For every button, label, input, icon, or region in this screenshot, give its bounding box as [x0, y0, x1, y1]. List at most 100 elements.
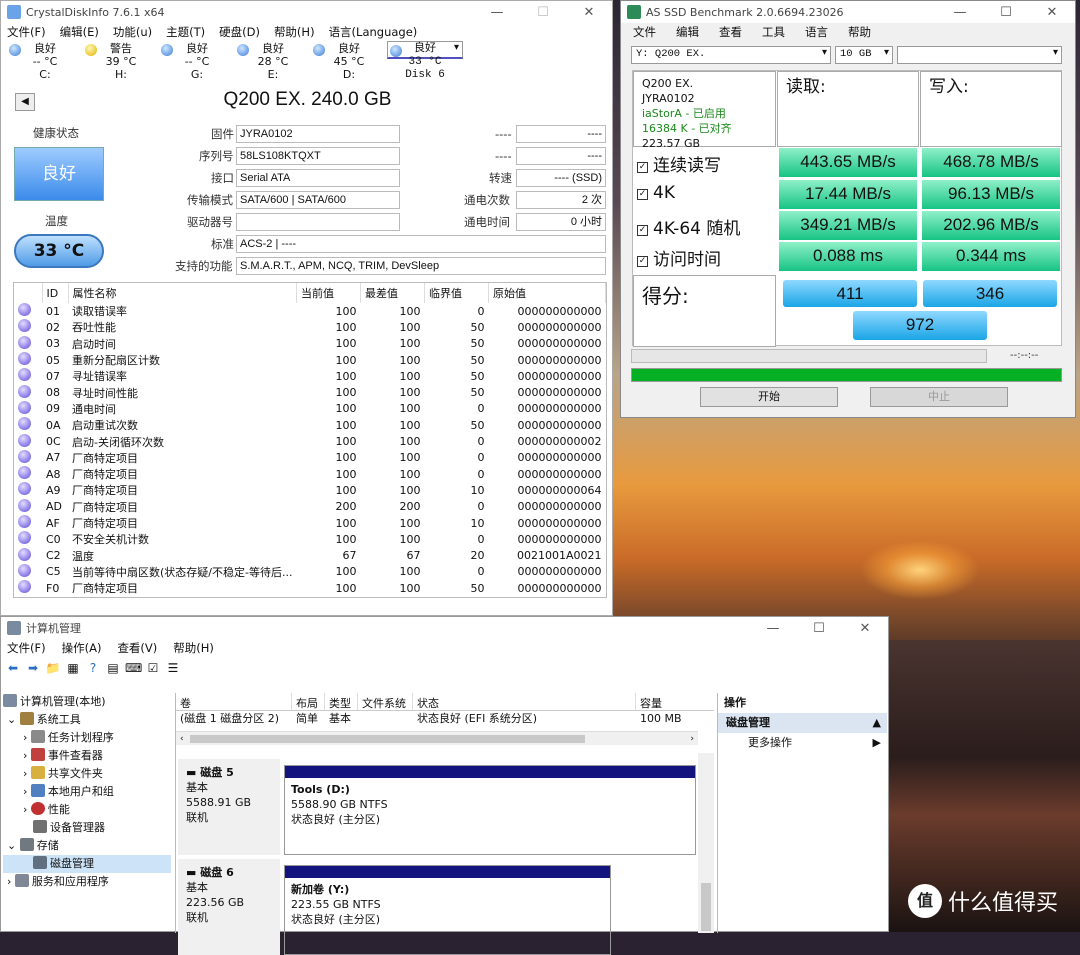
disk-5[interactable]: ▬ 磁盘 5 基本 5588.91 GB 联机 Tools (D:) 5588.90 G…	[178, 759, 708, 855]
col-attr[interactable]: 属性名称	[68, 283, 297, 303]
tree-disk-management[interactable]: 磁盘管理	[3, 855, 171, 873]
actions-section[interactable]: 磁盘管理 ▲	[718, 713, 887, 733]
tree-local-users[interactable]: › 本地用户和组	[3, 783, 171, 801]
connect-icon[interactable]: ⌨	[125, 660, 142, 676]
table-row[interactable]: 0A 启动重试次数 100 100 50 000000000000	[14, 417, 606, 433]
tree-task-scheduler[interactable]: › 任务计划程序	[3, 729, 171, 747]
menu-edit[interactable]: 编辑(E)	[60, 24, 99, 40]
tree-shared-folders[interactable]: › 共享文件夹	[3, 765, 171, 783]
col-worst[interactable]: 最差值	[360, 283, 425, 303]
table-row[interactable]: 0C 启动-关闭循环次数 100 100 0 000000000002	[14, 433, 606, 449]
menu-language[interactable]: 语言	[805, 24, 828, 40]
table-row[interactable]: 09 通电时间 100 100 0 000000000000	[14, 400, 606, 417]
menu-view[interactable]: 查看(V)	[117, 640, 157, 656]
col-layout[interactable]: 布局	[292, 693, 325, 710]
drive-tab[interactable]: 良好 28 °C E:	[235, 41, 311, 83]
menu-edit[interactable]: 编辑	[676, 24, 699, 40]
table-row[interactable]: A9 厂商特定项目 100 100 10 000000000064	[14, 482, 606, 498]
minimize-button[interactable]: —	[937, 5, 983, 20]
table-row[interactable]: 07 寻址错误率 100 100 50 000000000000	[14, 368, 606, 384]
table-row[interactable]: F0 厂商特定项目 100 100 50 000000000000	[14, 580, 606, 596]
row-access[interactable]: ✓ 访问时间	[637, 245, 721, 270]
table-row[interactable]: 01 读取错误率 100 100 0 000000000000	[14, 303, 606, 319]
partition-d[interactable]: Tools (D:) 5588.90 GB NTFS 状态良好 (主分区)	[284, 765, 696, 855]
size-select[interactable]: 10 GB	[835, 46, 893, 64]
check-icon[interactable]: ☑	[145, 660, 161, 676]
menu-file[interactable]: 文件	[633, 24, 656, 40]
menu-view[interactable]: 查看	[719, 24, 742, 40]
table-row[interactable]: 02 吞吐性能 100 100 50 000000000000	[14, 319, 606, 335]
col-capacity[interactable]: 容量	[636, 693, 696, 710]
col-threshold[interactable]: 临界值	[424, 283, 489, 303]
extra-input[interactable]	[897, 46, 1062, 64]
row-seq[interactable]: ✓ 连续读写	[637, 151, 721, 176]
stop-button[interactable]: 中止	[870, 387, 1008, 407]
menu-action[interactable]: 操作(A)	[62, 640, 102, 656]
back-icon[interactable]: ⬅	[5, 660, 21, 676]
col-raw[interactable]: 原始值	[488, 283, 606, 303]
minimize-button[interactable]: —	[474, 5, 520, 20]
table-row[interactable]: 05 重新分配扇区计数 100 100 50 000000000000	[14, 352, 606, 368]
drive-tab[interactable]: 良好 -- °C G:	[159, 41, 235, 83]
menu-file[interactable]: 文件(F)	[7, 24, 46, 40]
prev-disk-button[interactable]: ◀	[15, 93, 35, 111]
disk-6[interactable]: ▬ 磁盘 6 基本 223.56 GB 联机 新加卷 (Y:) 223.55 GB NT…	[178, 859, 708, 955]
col-status[interactable]: 状态	[413, 693, 636, 710]
forward-icon[interactable]: ➡	[25, 660, 41, 676]
drive-tab[interactable]: 警告 39 °C H:	[83, 41, 159, 83]
menu-function[interactable]: 功能(u)	[113, 24, 152, 40]
menu-file[interactable]: 文件(F)	[7, 640, 46, 656]
partition-y[interactable]: 新加卷 (Y:) 223.55 GB NTFS 状态良好 (主分区)	[284, 865, 611, 955]
vertical-scrollbar[interactable]	[698, 753, 714, 933]
properties-icon[interactable]: ▤	[105, 660, 121, 676]
maximize-button[interactable]: ☐	[796, 621, 842, 636]
minimize-button[interactable]: —	[750, 621, 796, 636]
help-icon[interactable]: ?	[85, 660, 101, 676]
menu-theme[interactable]: 主题(T)	[166, 24, 205, 40]
col-id[interactable]: ID	[42, 283, 69, 303]
tree-event-viewer[interactable]: › 事件查看器	[3, 747, 171, 765]
drive-tab-selected[interactable]: 良好 33 °C Disk 6	[387, 41, 463, 81]
row-4k64[interactable]: ✓ 4K-64 随机	[637, 214, 740, 239]
list-icon[interactable]: ☰	[165, 660, 181, 676]
tree-storage[interactable]: ⌄ 存储	[3, 837, 171, 855]
close-button[interactable]: ✕	[1029, 5, 1075, 20]
maximize-button[interactable]: ☐	[983, 5, 1029, 20]
table-row[interactable]: (磁盘 1 磁盘分区 2) 简单 基本 状态良好 (EFI 系统分区) 100 MB	[176, 711, 714, 727]
table-row[interactable]: 03 启动时间 100 100 50 000000000000	[14, 335, 606, 352]
col-volume[interactable]: 卷	[176, 693, 292, 710]
menu-language[interactable]: 语言(Language)	[329, 24, 418, 40]
menu-help[interactable]: 帮助(H)	[274, 24, 315, 40]
health-status[interactable]: 良好	[14, 147, 104, 201]
table-row[interactable]: AD 厂商特定项目 200 200 0 000000000000	[14, 498, 606, 515]
col-current[interactable]: 当前值	[296, 283, 361, 303]
close-button[interactable]: ✕	[842, 621, 888, 636]
table-row[interactable]: C2 温度 67 67 20 0021001A0021	[14, 547, 606, 563]
tree-root[interactable]: 计算机管理(本地)	[3, 693, 171, 711]
table-row[interactable]: 08 寻址时间性能 100 100 50 000000000000	[14, 384, 606, 400]
menu-tools[interactable]: 工具	[762, 24, 785, 40]
row-4k[interactable]: ✓ 4K	[637, 183, 675, 203]
tree-device-manager[interactable]: 设备管理器	[3, 819, 171, 837]
menu-help[interactable]: 帮助	[848, 24, 871, 40]
menu-disk[interactable]: 硬盘(D)	[219, 24, 260, 40]
close-button[interactable]: ✕	[566, 5, 612, 20]
col-type[interactable]: 类型	[325, 693, 358, 710]
table-row[interactable]: C0 不安全关机计数 100 100 0 000000000000	[14, 531, 606, 547]
up-icon[interactable]: 📁	[45, 660, 61, 676]
more-actions[interactable]: 更多操作 ▶	[718, 733, 887, 753]
tree-services[interactable]: › 服务和应用程序	[3, 873, 171, 891]
start-button[interactable]: 开始	[700, 387, 838, 407]
table-row[interactable]: A8 厂商特定项目 100 100 0 000000000000	[14, 466, 606, 482]
tree-system-tools[interactable]: ⌄ 系统工具	[3, 711, 171, 729]
tree-performance[interactable]: › 性能	[3, 801, 171, 819]
menu-help[interactable]: 帮助(H)	[173, 640, 214, 656]
table-row[interactable]: C5 当前等待中扇区数(状态存疑/不稳定-等待后... 100 100 0 0000000…	[14, 563, 606, 580]
drive-tab[interactable]: 良好 45 °C D:	[311, 41, 387, 83]
table-row[interactable]: AF 厂商特定项目 100 100 10 000000000000	[14, 515, 606, 531]
show-tree-icon[interactable]: ▦	[65, 660, 81, 676]
drive-select[interactable]: Y: Q200 EX.	[631, 46, 831, 64]
drive-tab[interactable]: 良好 -- °C C:	[7, 41, 83, 83]
table-row[interactable]: A7 厂商特定项目 100 100 0 000000000000	[14, 449, 606, 466]
col-fs[interactable]: 文件系统	[358, 693, 413, 710]
